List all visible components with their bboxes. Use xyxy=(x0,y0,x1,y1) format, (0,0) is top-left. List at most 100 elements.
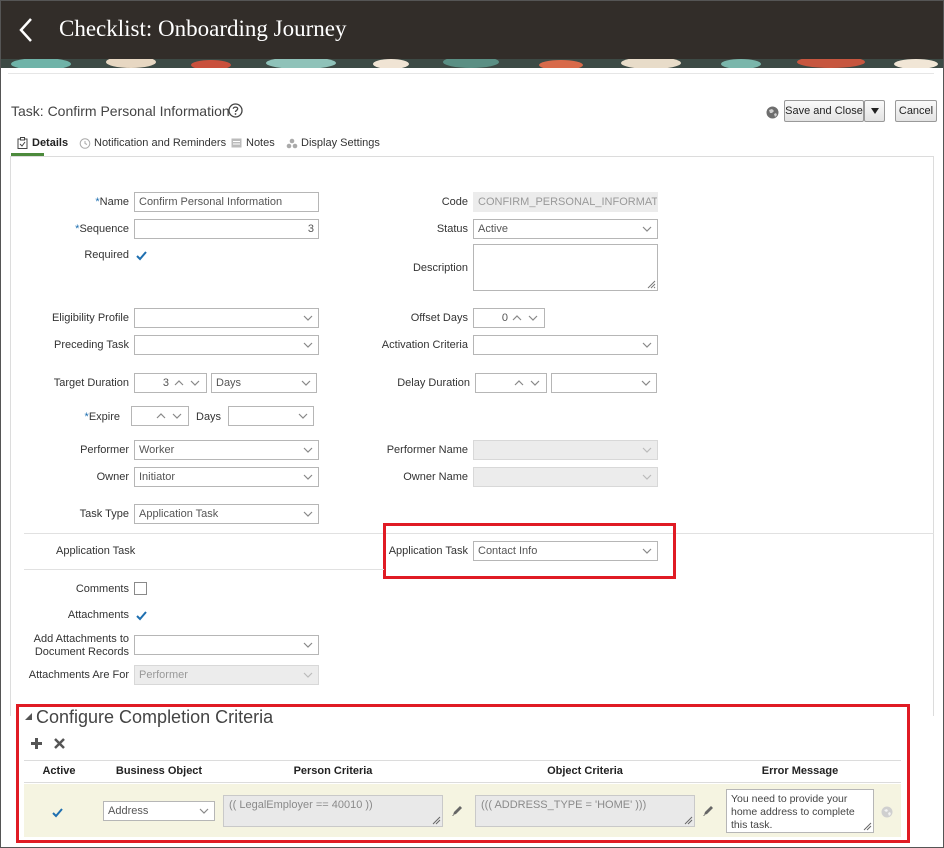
highlight-application-task xyxy=(383,523,676,579)
chevron-down-icon xyxy=(303,511,313,517)
name-label: *Name xyxy=(95,196,129,208)
comments-checkbox[interactable] xyxy=(134,582,147,595)
add-attachments-label-line1: Add Attachments to xyxy=(33,633,129,645)
expire-unit-select[interactable] xyxy=(228,406,314,426)
chevron-down-icon xyxy=(303,315,313,321)
description-textarea[interactable] xyxy=(473,244,658,291)
clipboard-icon xyxy=(17,137,28,149)
status-select[interactable]: Active xyxy=(473,219,658,239)
column-person-criteria: Person Criteria xyxy=(293,765,373,777)
delay-duration-label: Delay Duration xyxy=(397,377,470,389)
target-duration-unit-select[interactable]: Days xyxy=(211,373,317,393)
resize-grip-icon xyxy=(684,816,693,825)
activation-criteria-select[interactable] xyxy=(473,335,658,355)
help-icon[interactable] xyxy=(228,103,243,118)
person-criteria-value: (( LegalEmployer == 40010 )) xyxy=(229,799,373,811)
tab-details[interactable]: Details xyxy=(32,137,68,149)
globe-icon[interactable] xyxy=(766,106,779,119)
performer-name-label: Performer Name xyxy=(386,444,468,456)
criteria-section-title: Configure Completion Criteria xyxy=(36,707,274,727)
chevron-up-icon[interactable] xyxy=(174,377,184,389)
attachments-for-value: Performer xyxy=(139,669,188,681)
activation-criteria-label: Activation Criteria xyxy=(381,339,468,351)
page-title: Checklist: Onboarding Journey xyxy=(59,16,347,41)
owner-select[interactable]: Initiator xyxy=(134,467,319,487)
target-duration-label: Target Duration xyxy=(53,377,129,389)
chevron-up-icon[interactable] xyxy=(156,410,166,422)
chevron-down-icon xyxy=(642,474,652,480)
collapse-triangle-icon[interactable] xyxy=(24,712,33,721)
application-task-section-label: Application Task xyxy=(56,545,136,557)
object-criteria-value: ((( ADDRESS_TYPE = 'HOME' ))) xyxy=(481,799,647,811)
save-and-close-button[interactable]: Save and Close xyxy=(784,100,864,122)
delay-duration-spinner[interactable] xyxy=(475,373,547,393)
chevron-down-icon xyxy=(303,474,313,480)
column-object-criteria: Object Criteria xyxy=(547,765,623,777)
chevron-down-icon[interactable] xyxy=(172,410,182,422)
attachments-checkbox[interactable] xyxy=(134,608,147,621)
chevron-down-icon xyxy=(199,808,209,814)
performer-value: Worker xyxy=(139,444,175,456)
cancel-button[interactable]: Cancel xyxy=(895,100,937,122)
chevron-down-icon xyxy=(303,447,313,453)
expire-spinner[interactable] xyxy=(131,406,189,426)
add-attachments-select[interactable] xyxy=(134,635,319,655)
save-menu-button[interactable] xyxy=(864,100,885,122)
chevron-down-icon xyxy=(303,642,313,648)
edit-person-criteria-pencil-icon[interactable] xyxy=(451,804,464,817)
add-attachments-label-line2: Document Records xyxy=(34,646,129,658)
tab-notification-reminders[interactable]: Notification and Reminders xyxy=(94,137,226,149)
tab-notes[interactable]: Notes xyxy=(246,137,275,149)
task-type-select[interactable]: Application Task xyxy=(134,504,319,524)
back-icon[interactable] xyxy=(15,14,39,46)
clock-icon xyxy=(79,137,91,149)
expire-label: *Expire xyxy=(84,411,120,423)
eligibility-profile-select[interactable] xyxy=(134,308,319,328)
chevron-down-icon xyxy=(642,226,652,232)
caret-down-icon xyxy=(870,108,879,114)
owner-label: Owner xyxy=(96,471,129,483)
required-label: Required xyxy=(84,249,129,261)
required-checkbox[interactable] xyxy=(134,248,147,261)
business-object-select[interactable]: Address xyxy=(103,801,215,821)
chevron-down-icon[interactable] xyxy=(528,312,538,324)
add-icon[interactable] xyxy=(30,737,43,750)
chevron-down-icon[interactable] xyxy=(190,377,200,389)
preceding-task-select[interactable] xyxy=(134,335,319,355)
target-duration-spinner[interactable]: 3 xyxy=(134,373,207,393)
name-input[interactable]: Confirm Personal Information xyxy=(134,192,319,212)
comments-label: Comments xyxy=(75,583,129,595)
delay-duration-unit-select[interactable] xyxy=(551,373,657,393)
settings-dots-icon xyxy=(286,138,298,149)
delete-icon[interactable] xyxy=(53,737,66,750)
expire-days-label: Days xyxy=(196,411,222,423)
sequence-input[interactable]: 3 xyxy=(134,219,319,239)
error-message-textarea[interactable]: You need to provide your home address to… xyxy=(726,789,874,833)
chevron-down-icon xyxy=(298,413,308,419)
resize-grip-icon xyxy=(432,816,441,825)
offset-days-spinner[interactable]: 0 xyxy=(473,308,545,328)
details-panel xyxy=(10,156,934,716)
active-checkbox[interactable] xyxy=(50,805,63,818)
attachments-for-select: Performer xyxy=(134,665,319,685)
attachments-for-label: Attachments Are For xyxy=(28,669,129,681)
column-active: Active xyxy=(42,765,76,777)
performer-select[interactable]: Worker xyxy=(134,440,319,460)
translate-globe-icon[interactable] xyxy=(881,806,893,818)
preceding-task-label: Preceding Task xyxy=(53,339,129,351)
chevron-down-icon xyxy=(642,342,652,348)
task-type-label: Task Type xyxy=(79,508,129,520)
task-title: Task: Confirm Personal Information xyxy=(11,103,230,119)
tab-display-settings[interactable]: Display Settings xyxy=(301,137,380,149)
owner-value: Initiator xyxy=(139,471,176,483)
chevron-down-icon[interactable] xyxy=(530,377,540,389)
description-label: Description xyxy=(412,262,468,274)
chevron-up-icon[interactable] xyxy=(514,377,524,389)
edit-object-criteria-pencil-icon[interactable] xyxy=(702,804,715,817)
error-message-value: You need to provide your home address to… xyxy=(731,793,855,831)
offset-days-value: 0 xyxy=(501,312,508,324)
page-header: Checklist: Onboarding Journey xyxy=(1,1,943,59)
header-divider xyxy=(8,73,934,74)
status-label: Status xyxy=(436,223,468,235)
chevron-up-icon[interactable] xyxy=(512,312,522,324)
